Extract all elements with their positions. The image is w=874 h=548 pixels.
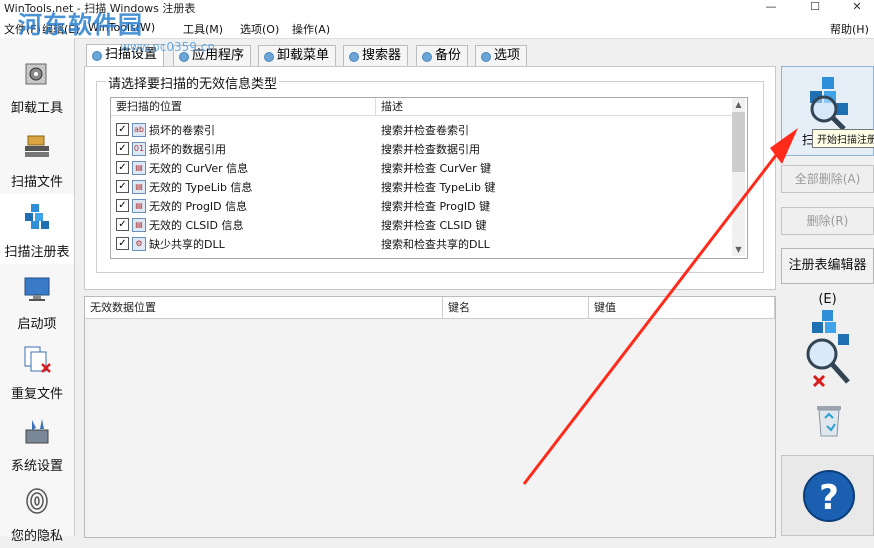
menu-actions[interactable]: 操作(A) [292,21,330,37]
tab-options[interactable]: 选项 [475,45,528,66]
item-name: 缺少共享的DLL [149,238,225,251]
results-grid[interactable]: 无效数据位置 键名 键值 [84,296,776,538]
checkbox[interactable]: ✓ [116,218,129,231]
delete-button[interactable]: 删除(R) [781,207,874,235]
list-item[interactable]: ✓ 01 损坏的数据引用 搜索并检查数据引用 [111,139,733,158]
item-icon: ▤ [132,199,146,213]
column-header-invalid-location[interactable]: 无效数据位置 [85,297,443,319]
uninstall-icon [25,63,47,85]
scroll-down-icon[interactable]: ▼ [732,243,745,256]
checkbox[interactable]: ✓ [116,161,129,174]
help-button[interactable]: ? [803,470,855,522]
sidebar-label: 启动项 [17,317,57,332]
tab-dot-icon [481,52,491,62]
item-name: 损坏的数据引用 [149,143,226,156]
column-header-location[interactable]: 要扫描的位置 [111,98,376,116]
group-title: 请选择要扫描的无效信息类型 [106,73,280,92]
list-item[interactable]: ✓ ⚙ 缺少共享的DLL 搜索和检查共享的DLL [111,234,733,253]
column-header-key-value[interactable]: 键值 [589,297,775,319]
clean-registry-icon [806,310,850,388]
item-desc: 搜索并检查 TypeLib 键 [381,181,496,194]
item-desc: 搜索并检查数据引用 [381,143,480,156]
watermark-url: www.pc0359.cn [120,40,215,54]
list-item[interactable]: ✓ ab 损坏的卷索引 搜索并检查卷索引 [111,120,733,139]
scan-locations-list[interactable]: 要扫描的位置 描述 ✓ ab 损坏的卷索引 搜索并检查卷索引 ✓ 01 损坏的数… [110,97,748,259]
sidebar-item-startup[interactable]: 启动项 [0,266,74,336]
tab-label: 备份 [435,48,462,63]
tab-dot-icon [422,52,432,62]
item-icon: ▤ [132,161,146,175]
menu-tools[interactable]: 工具(M) [183,21,223,37]
item-icon: ▤ [132,218,146,232]
scan-registry-icon [810,77,848,131]
item-name: 无效的 CurVer 信息 [149,162,249,175]
scrollbar-thumb[interactable] [732,112,745,172]
item-desc: 搜索并检查卷索引 [381,124,469,137]
tab-searcher[interactable]: 搜索器 [343,45,409,66]
registry-editor-button[interactable]: 注册表编辑器(E) [781,248,874,307]
privacy-icon [26,488,48,514]
tab-uninstall-menu[interactable]: 卸载菜单 [258,45,337,66]
scan-tooltip: 开始扫描注册 [812,129,874,148]
tab-dot-icon [92,51,102,61]
sidebar-item-system-settings[interactable]: 系统设置 [0,408,74,478]
sidebar-item-scan-registry[interactable]: 扫描注册表 [0,194,74,264]
delete-all-button[interactable]: 全部删除(A) [781,165,874,193]
item-name: 无效的 CLSID 信息 [149,219,244,232]
sidebar-item-uninstall[interactable]: 卸载工具 [0,50,74,120]
sidebar-label: 系统设置 [10,459,63,474]
tab-label: 搜索器 [362,48,402,63]
scroll-up-icon[interactable]: ▲ [732,98,745,111]
item-icon: ab [132,123,146,137]
list-item[interactable]: ✓ ▤ 无效的 ProgID 信息 搜索并检查 ProgID 键 [111,196,733,215]
menu-help[interactable]: 帮助(H) [830,21,869,37]
tab-label: 卸载菜单 [277,48,330,63]
menu-options[interactable]: 选项(O) [240,21,279,37]
item-icon: ▤ [132,180,146,194]
scan-registry-icon [25,204,49,229]
column-header-description[interactable]: 描述 [376,98,733,116]
list-item[interactable]: ✓ ▤ 无效的 TypeLib 信息 搜索并检查 TypeLib 键 [111,177,733,196]
sidebar-label: 卸载工具 [10,101,63,116]
tab-dot-icon [264,52,274,62]
checkbox[interactable]: ✓ [116,142,129,155]
sidebar-item-duplicate-files[interactable]: 重复文件 [0,336,74,406]
item-name: 无效的 ProgID 信息 [149,200,248,213]
item-name: 损坏的卷索引 [149,124,215,137]
checkbox[interactable]: ✓ [116,123,129,136]
recycle-bin-icon[interactable] [811,400,847,440]
sidebar-item-scan-files[interactable]: 扫描文件 [0,124,74,194]
item-icon: 01 [132,142,146,156]
checkbox[interactable]: ✓ [116,237,129,250]
item-desc: 搜索并检查 CurVer 键 [381,162,492,175]
item-desc: 搜索并检查 CLSID 键 [381,219,487,232]
sidebar-label: 扫描注册表 [4,245,70,260]
tab-dot-icon [349,52,359,62]
checkbox[interactable]: ✓ [116,180,129,193]
item-name: 无效的 TypeLib 信息 [149,181,253,194]
list-item[interactable]: ✓ ▤ 无效的 CLSID 信息 搜索并检查 CLSID 键 [111,215,733,234]
minimize-button[interactable]: — [756,0,786,16]
watermark-logo: 河东软件园 [18,10,143,39]
tab-backup[interactable]: 备份 [416,45,469,66]
sidebar-item-privacy[interactable]: 您的隐私 [0,478,74,548]
tab-label: 选项 [494,48,521,63]
item-desc: 搜索并检查 ProgID 键 [381,200,491,213]
system-settings-icon [25,419,49,444]
close-button[interactable]: ✕ [842,0,872,16]
sidebar: 卸载工具 扫描文件 扫描注册表 启动项 重复文件 系统设置 您的隐私 [0,38,75,544]
sidebar-label: 您的隐私 [10,529,63,544]
item-desc: 搜索和检查共享的DLL [381,238,490,251]
checkbox[interactable]: ✓ [116,199,129,212]
column-header-key-name[interactable]: 键名 [443,297,589,319]
duplicate-files-icon [24,346,51,373]
maximize-button[interactable]: ☐ [800,0,830,16]
sidebar-label: 扫描文件 [10,175,63,190]
startup-icon [24,277,50,301]
scan-files-icon [25,135,49,157]
sidebar-label: 重复文件 [10,387,63,402]
list-item[interactable]: ✓ ▤ 无效的 CurVer 信息 搜索并检查 CurVer 键 [111,158,733,177]
item-icon: ⚙ [132,237,146,251]
